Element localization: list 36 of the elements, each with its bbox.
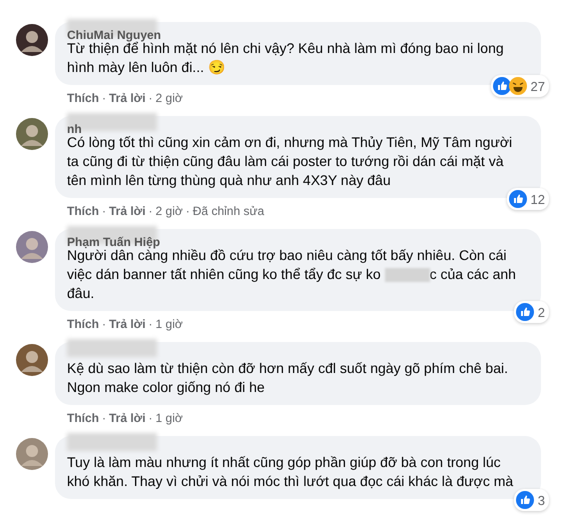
action-link[interactable]: Trả lời xyxy=(109,204,146,218)
action-link[interactable]: Trả lời xyxy=(109,91,146,105)
comment-text: Tuy là làm màu nhưng ít nhất cũng góp phần giúp đỡ bà con trong lúc khó khăn. Thay vì chửi và nói móc thì lướt qua đọc cái khác là được mà xyxy=(67,453,514,491)
action-link[interactable]: Thích xyxy=(67,317,99,331)
action-link[interactable]: Thích xyxy=(67,91,99,105)
separator-dot: · xyxy=(102,91,106,105)
action-link[interactable]: Trả lời xyxy=(109,317,146,331)
comment-text: Người dân càng nhiều đồ cứu trợ bao niêu càng tốt bấy nhiêu. Còn cái việc dán banner tất nhiên cũng ko thể tẩy đc sự ko c của các anh đâu. xyxy=(67,247,517,303)
reaction-badge[interactable]: 3 xyxy=(514,489,549,511)
like-icon xyxy=(516,491,534,509)
separator-dot: · xyxy=(148,204,153,218)
avatar[interactable] xyxy=(16,24,48,56)
action-link[interactable]: Trả lời xyxy=(109,411,146,425)
author-name[interactable]: ChiuMai Nguyen xyxy=(67,29,162,41)
avatar[interactable] xyxy=(16,344,48,376)
comment-text: Từ thiện để hình mặt nó lên chi vậy? Kêu nhà làm mì đóng bao ni long hình mày lên luôn đi... 😏 xyxy=(67,40,505,77)
like-icon xyxy=(508,190,527,208)
reaction-badge[interactable]: 12 xyxy=(506,188,549,210)
separator-dot: · xyxy=(102,204,106,218)
like-icon xyxy=(516,303,534,321)
separator-dot: · xyxy=(186,204,190,218)
laughing-face-icon xyxy=(508,77,527,95)
author-name[interactable]: Phạm Tuấn Hiệp xyxy=(67,236,160,248)
action-link[interactable]: Thích xyxy=(67,204,99,218)
separator-dot: · xyxy=(148,91,153,105)
separator-dot: · xyxy=(148,317,153,331)
comment-text: Kệ dù sao làm từ thiện còn đỡ hơn mấy cđl suốt ngày gõ phím chê bai. Ngon make color giống nó đi he xyxy=(67,359,509,397)
comment-text: Có lòng tốt thì cũng xin cảm ơn đi, nhưng mà Thủy Tiên, Mỹ Tâm người ta cũng đi từ thiện cũng đâu làm cái poster to tướng rồi dán cái mặt và tên mình lên từng thùng quà như anh 4X3Y này đâu xyxy=(67,133,514,190)
like-icon xyxy=(492,77,511,95)
separator-dot: · xyxy=(102,317,106,331)
author-name[interactable]: nh xyxy=(67,123,82,135)
reaction-badge[interactable]: 2 xyxy=(514,301,549,323)
reaction-badge[interactable]: 27 xyxy=(490,75,549,97)
separator-dot: · xyxy=(148,411,153,425)
separator-dot: · xyxy=(102,411,106,425)
action-link[interactable]: Thích xyxy=(67,411,99,425)
